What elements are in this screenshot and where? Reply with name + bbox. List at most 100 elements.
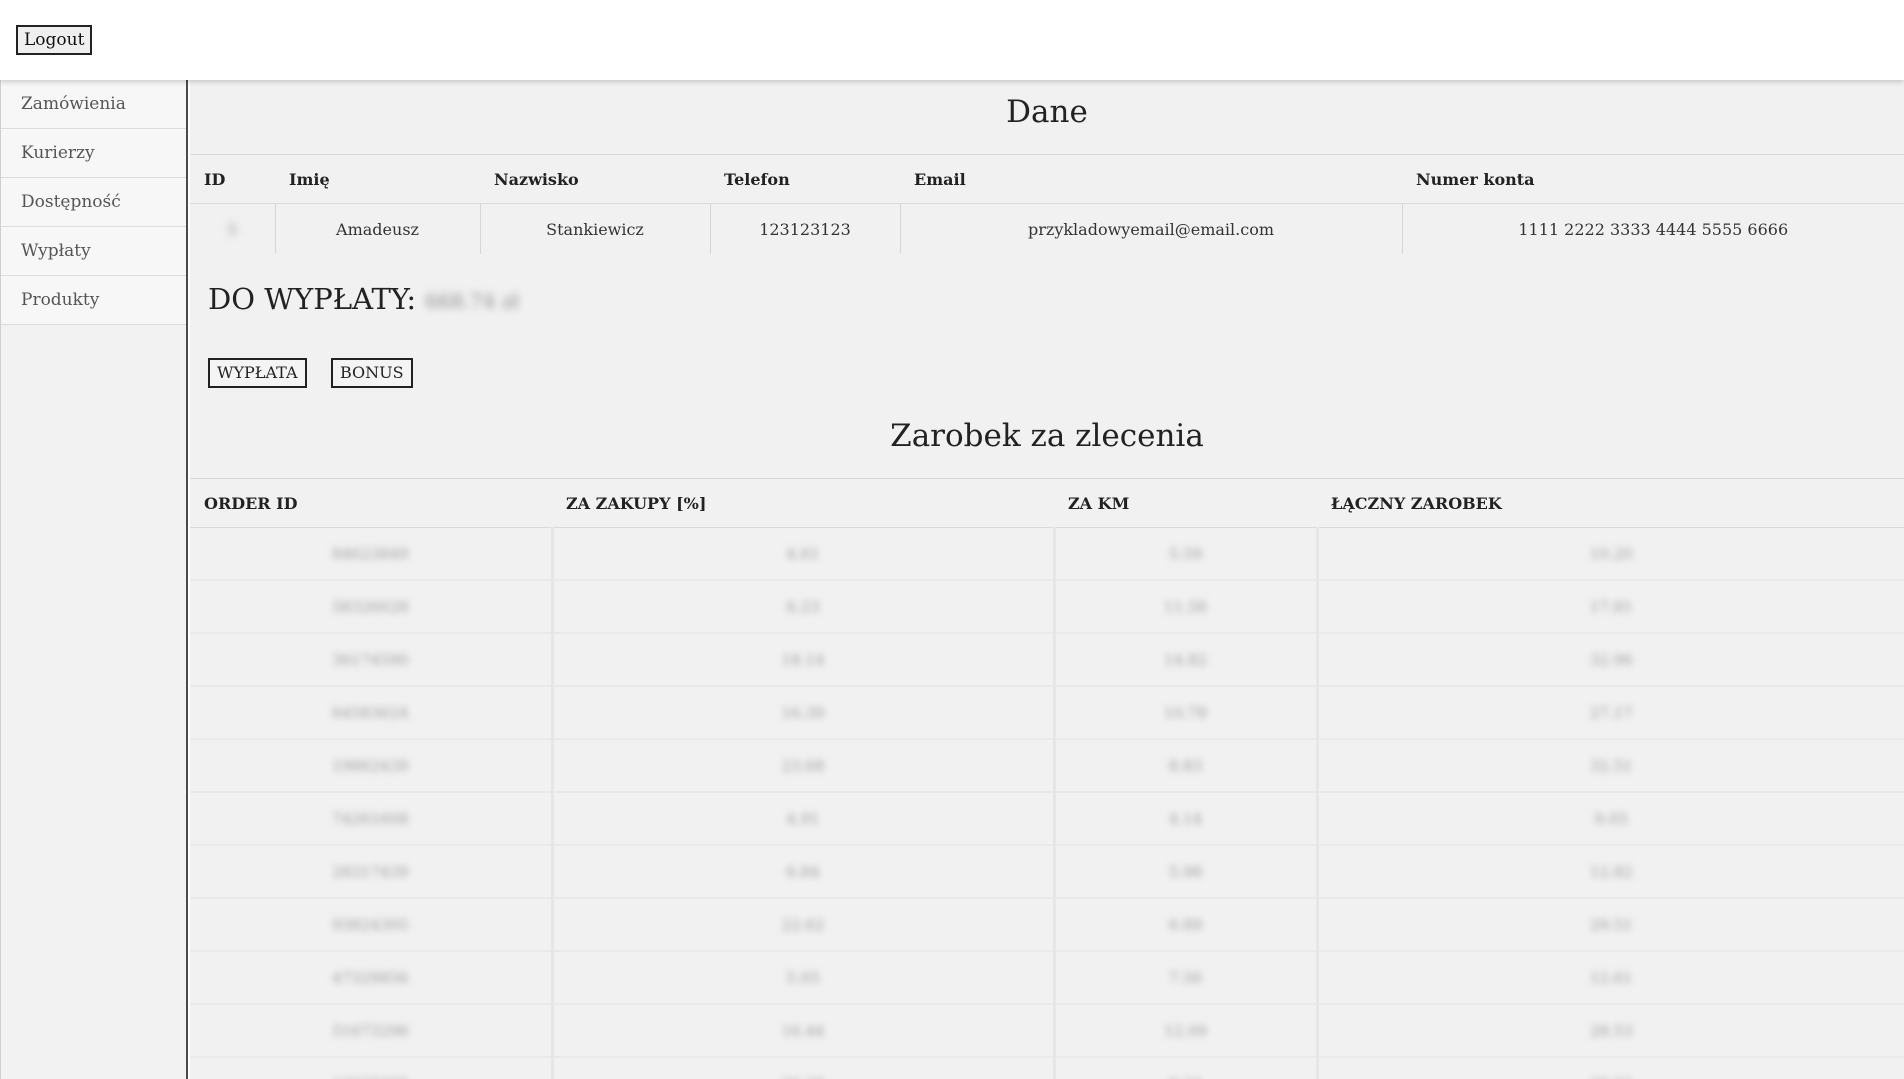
cell-order-id: 47329856 <box>190 951 554 1005</box>
blurred-value: 8.83 <box>1168 756 1203 775</box>
blurred-value: 16.39 <box>781 703 825 722</box>
table-row: 58326028 6.23 11.58 17.81 <box>190 580 1904 634</box>
cell-za-km: 5.98 <box>1054 845 1319 899</box>
blurred-value: 28.53 <box>1589 1021 1633 1040</box>
blurred-value: 6.23 <box>786 597 820 616</box>
earnings-table-body: 84623849 4.61 5.59 10.20 58326028 6.23 11.58 17… <box>190 527 1904 1079</box>
table-row: 28317439 6.84 5.98 12.82 <box>190 845 1904 899</box>
table-row: 12637485 20.28 8.34 28.62 <box>190 1057 1904 1079</box>
blurred-value: 32.96 <box>1589 650 1633 669</box>
blurred-value: 17.81 <box>1589 597 1633 616</box>
blurred-value: 9.05 <box>1594 809 1628 828</box>
blurred-value: 58326028 <box>332 597 409 616</box>
main-content: Dane ID Imię Nazwisko Telefon Email Nume… <box>190 80 1904 1079</box>
bonus-button[interactable]: BONUS <box>331 358 413 388</box>
column-header-laczny-zarobek: ŁĄCZNY ZAROBEK <box>1317 478 1904 528</box>
cell-za-zakupy: 6.84 <box>552 845 1056 899</box>
cell-za-km: 14.82 <box>1054 633 1319 687</box>
cell-laczny-zarobek: 32.96 <box>1317 633 1904 687</box>
cell-za-km: 7.56 <box>1054 951 1319 1005</box>
column-header-id: ID <box>190 154 275 204</box>
blurred-value: 4.91 <box>786 809 820 828</box>
cell-za-km: 8.34 <box>1054 1057 1319 1079</box>
table-row: 93824305 22.62 6.89 29.51 <box>190 898 1904 952</box>
blurred-value: 19862439 <box>332 756 409 775</box>
courier-data-table: ID Imię Nazwisko Telefon Email Numer kon… <box>190 154 1904 254</box>
cell-za-zakupy: 5.05 <box>552 951 1056 1005</box>
sidebar-item-zamowienia[interactable]: Zamówienia <box>1 80 186 129</box>
cell-laczny-zarobek: 12.61 <box>1317 951 1904 1005</box>
cell-order-id: 84623849 <box>190 527 554 581</box>
sidebar-item-kurierzy[interactable]: Kurierzy <box>1 129 186 178</box>
column-header-email: Email <box>900 154 1402 204</box>
column-header-nazwisko: Nazwisko <box>480 154 710 204</box>
blurred-value: 12.09 <box>1164 1021 1207 1040</box>
table-row: 47329856 5.05 7.56 12.61 <box>190 951 1904 1005</box>
cell-id: 5 <box>190 203 276 254</box>
cell-za-zakupy: 20.28 <box>552 1057 1056 1079</box>
cell-email: przykladowyemail@email.com <box>900 203 1403 254</box>
blurred-value: 84623849 <box>332 544 409 563</box>
table-row: 64583624 16.39 10.78 27.17 <box>190 686 1904 740</box>
cell-laczny-zarobek: 28.53 <box>1317 1004 1904 1058</box>
cell-imie: Amadeusz <box>275 203 481 254</box>
cell-order-id: 12637485 <box>190 1057 554 1079</box>
cell-za-zakupy: 4.91 <box>552 792 1056 846</box>
blurred-value: 28.62 <box>1590 1075 1633 1079</box>
sidebar-item-wyplaty[interactable]: Wypłaty <box>1 227 186 276</box>
table-header-row: ORDER ID ZA ZAKUPY [%] ZA KM ŁĄCZNY ZARO… <box>190 478 1904 528</box>
cell-za-km: 11.58 <box>1054 580 1319 634</box>
payout-value: 668.74 zł <box>425 289 519 313</box>
blurred-value: 93824305 <box>332 915 409 934</box>
wyplata-button[interactable]: WYPŁATA <box>208 358 307 388</box>
blurred-value: 11.58 <box>1164 597 1207 616</box>
cell-laczny-zarobek: 9.05 <box>1317 792 1904 846</box>
table-header-row: ID Imię Nazwisko Telefon Email Numer kon… <box>190 154 1904 204</box>
blurred-value: 22.62 <box>781 915 825 934</box>
blurred-value: 4.14 <box>1168 809 1203 828</box>
cell-za-km: 6.89 <box>1054 898 1319 952</box>
cell-laczny-zarobek: 10.20 <box>1317 527 1904 581</box>
cell-za-zakupy: 16.39 <box>552 686 1056 740</box>
blurred-value: 32.51 <box>1589 756 1633 775</box>
blurred-value: 64583624 <box>332 703 409 722</box>
cell-order-id: 64583624 <box>190 686 554 740</box>
cell-za-zakupy: 6.23 <box>552 580 1056 634</box>
table-row: 19862439 23.68 8.83 32.51 <box>190 739 1904 793</box>
cell-laczny-zarobek: 32.51 <box>1317 739 1904 793</box>
logout-button[interactable]: Logout <box>16 25 93 55</box>
blurred-value: 12.82 <box>1589 862 1633 881</box>
earnings-table: ORDER ID ZA ZAKUPY [%] ZA KM ŁĄCZNY ZARO… <box>190 478 1904 1079</box>
cell-za-km: 8.83 <box>1054 739 1319 793</box>
column-header-za-km: ZA KM <box>1054 478 1317 528</box>
blurred-value: 6.84 <box>786 862 820 881</box>
blurred-value: 5.59 <box>1168 544 1203 563</box>
blurred-value: 28317439 <box>332 862 409 881</box>
column-header-telefon: Telefon <box>710 154 900 204</box>
blurred-value: 8.34 <box>1169 1075 1202 1079</box>
blurred-value: 5.98 <box>1168 862 1203 881</box>
blurred-value: 7.56 <box>1168 968 1203 987</box>
cell-za-zakupy: 23.68 <box>552 739 1056 793</box>
blurred-value: 74261608 <box>332 809 409 828</box>
cell-order-id: 19862439 <box>190 739 554 793</box>
cell-order-id: 36174590 <box>190 633 554 687</box>
sidebar-item-dostepnosc[interactable]: Dostępność <box>1 178 186 227</box>
cell-laczny-zarobek: 12.82 <box>1317 845 1904 899</box>
sidebar-item-produkty[interactable]: Produkty <box>1 276 186 325</box>
sidebar: Zamówienia Kurierzy Dostępność Wypłaty P… <box>0 80 188 1079</box>
cell-za-zakupy: 22.62 <box>552 898 1056 952</box>
blurred-value: 16.44 <box>781 1021 825 1040</box>
blurred-value: 20.28 <box>782 1075 825 1079</box>
blurred-value: 47329856 <box>332 968 409 987</box>
cell-order-id: 28317439 <box>190 845 554 899</box>
column-header-imie: Imię <box>275 154 480 204</box>
column-header-za-zakupy: ZA ZAKUPY [%] <box>552 478 1054 528</box>
cell-laczny-zarobek: 28.62 <box>1317 1057 1904 1079</box>
dane-title: Dane <box>1006 94 1088 130</box>
blurred-value: 27.17 <box>1589 703 1633 722</box>
table-row: 74261608 4.91 4.14 9.05 <box>190 792 1904 846</box>
blurred-value: 14.82 <box>1164 650 1207 669</box>
cell-za-km: 5.59 <box>1054 527 1319 581</box>
table-row: 51673296 16.44 12.09 28.53 <box>190 1004 1904 1058</box>
